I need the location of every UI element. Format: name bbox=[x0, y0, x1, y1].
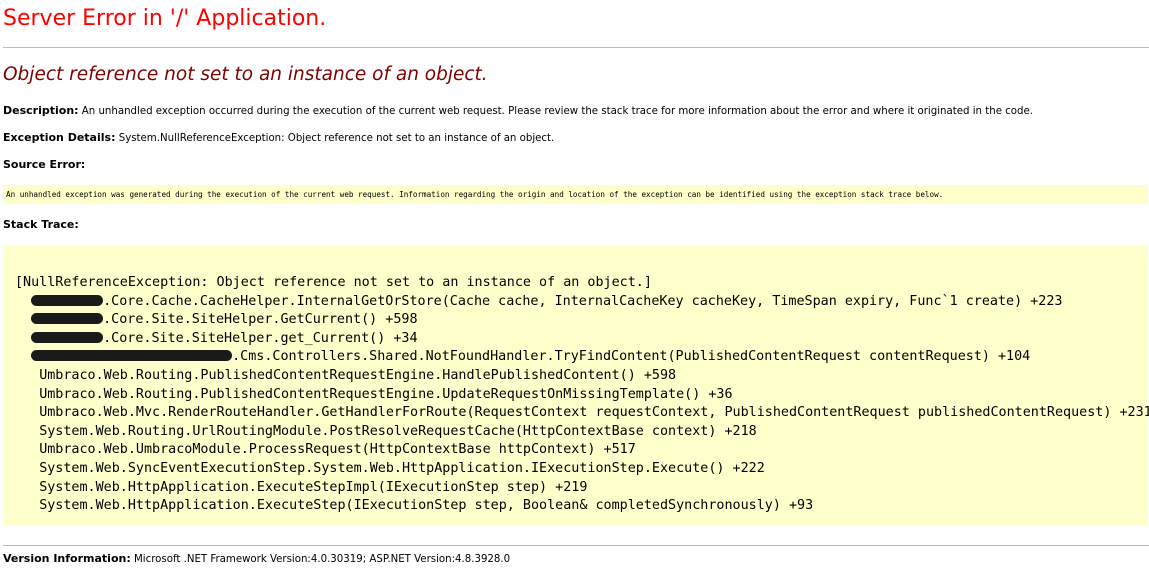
error-message-heading: Object reference not set to an instance … bbox=[3, 64, 488, 85]
stack-line: .Core.Site.SiteHelper.GetCurrent() +598 bbox=[15, 311, 1149, 330]
source-error-text: An unhandled exception was generated dur… bbox=[6, 190, 944, 199]
source-error-box: An unhandled exception was generated dur… bbox=[3, 185, 1148, 204]
page-title: Server Error in '/' Application. bbox=[3, 6, 327, 31]
exception-details-row: Exception Details: System.NullReferenceE… bbox=[3, 131, 554, 146]
exception-details-label: Exception Details: bbox=[3, 131, 116, 144]
stack-line: .Cms.Controllers.Shared.NotFoundHandler.… bbox=[15, 348, 1149, 367]
redacted-block bbox=[31, 294, 104, 306]
description-row: Description: An unhandled exception occu… bbox=[3, 104, 1033, 119]
stack-line: System.Web.SyncEventExecutionStep.System… bbox=[39, 460, 765, 476]
version-information-text: Microsoft .NET Framework Version:4.0.303… bbox=[133, 554, 511, 565]
redacted-block bbox=[31, 313, 104, 325]
stack-line: System.Web.HttpApplication.ExecuteStepIm… bbox=[39, 479, 588, 495]
stack-trace-row: Stack Trace: bbox=[3, 218, 79, 233]
bottom-divider bbox=[3, 545, 1149, 546]
stack-line: Umbraco.Web.UmbracoModule.ProcessRequest… bbox=[39, 442, 636, 458]
stack-line: Umbraco.Web.Mvc.RenderRouteHandler.GetHa… bbox=[39, 405, 1149, 421]
stack-trace-box: [NullReferenceException: Object referenc… bbox=[3, 245, 1149, 525]
source-error-row: Source Error: bbox=[3, 158, 85, 173]
redacted-block bbox=[31, 350, 233, 362]
description-label: Description: bbox=[3, 104, 79, 117]
stack-line: .Core.Cache.CacheHelper.InternalGetOrSto… bbox=[15, 293, 1149, 312]
stack-line: Umbraco.Web.Routing.PublishedContentRequ… bbox=[39, 367, 677, 383]
version-information-row: Version Information: Microsoft .NET Fram… bbox=[3, 552, 510, 567]
stack-line: .Core.Site.SiteHelper.get_Current() +34 bbox=[15, 330, 1149, 349]
stack-line: System.Web.HttpApplication.ExecuteStep(I… bbox=[39, 498, 814, 514]
stack-trace-label: Stack Trace: bbox=[3, 218, 79, 231]
stack-trace-lines: [NullReferenceException: Object referenc… bbox=[15, 274, 1149, 516]
stack-line: Umbraco.Web.Routing.PublishedContentRequ… bbox=[39, 386, 733, 402]
top-divider bbox=[3, 47, 1149, 48]
redacted-block bbox=[31, 331, 104, 343]
version-information-label: Version Information: bbox=[3, 552, 131, 565]
stack-line: [NullReferenceException: Object referenc… bbox=[15, 275, 652, 290]
description-text: An unhandled exception occurred during t… bbox=[81, 106, 1034, 117]
exception-details-text: System.NullReferenceException: Object re… bbox=[118, 133, 555, 144]
stack-line: System.Web.Routing.UrlRoutingModule.Post… bbox=[39, 423, 757, 439]
source-error-label: Source Error: bbox=[3, 158, 86, 171]
